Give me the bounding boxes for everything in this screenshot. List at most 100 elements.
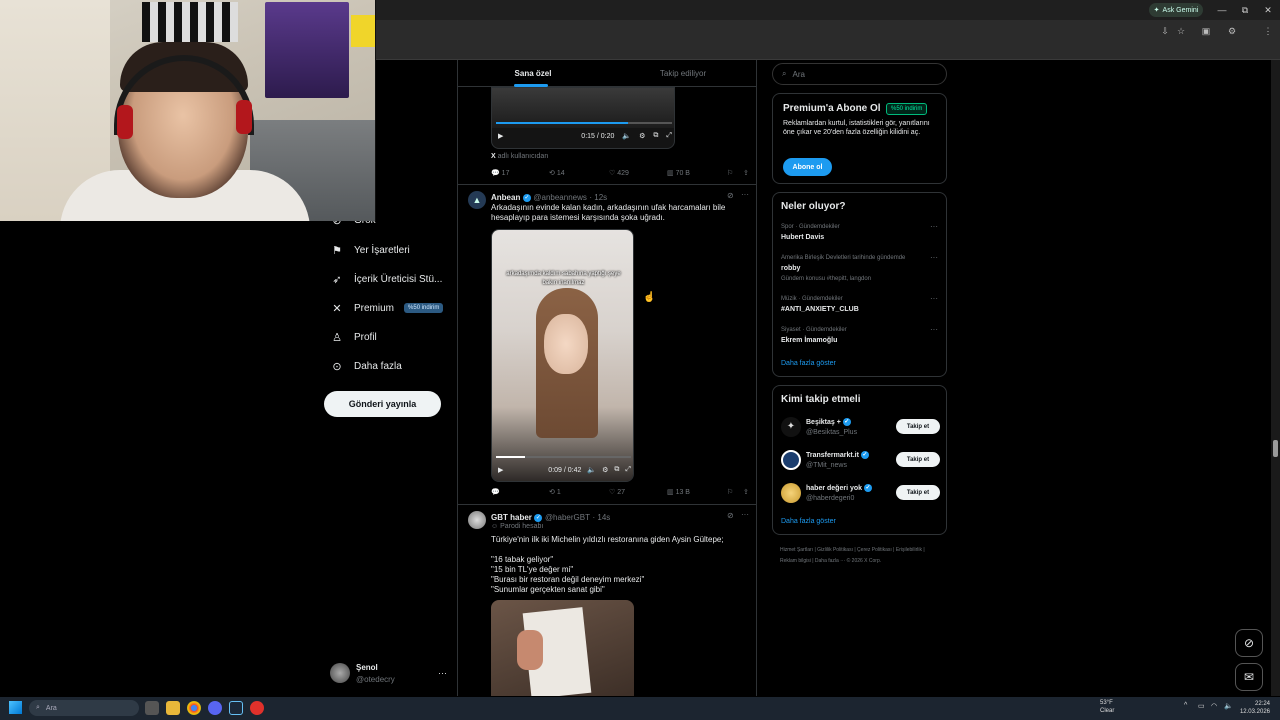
taskbar-search[interactable]: ⌕ Ara — [29, 700, 139, 716]
settings-icon[interactable]: ⚙ — [639, 132, 645, 140]
extensions-icon[interactable]: ⚙ — [1226, 25, 1238, 37]
post-image[interactable] — [491, 600, 634, 696]
share-icon[interactable]: ⇪ — [743, 488, 749, 496]
post-author[interactable]: Anbean — [491, 193, 520, 202]
restore-button[interactable]: ⧉ — [1238, 3, 1252, 17]
post-handle[interactable]: @haberGBT — [545, 513, 590, 522]
like-button[interactable]: ♡ 27 — [609, 488, 667, 496]
messages-fab-icon[interactable]: ✉ — [1235, 663, 1263, 691]
follow-name[interactable]: Beşiktaş + ✓ — [806, 418, 851, 426]
settings-icon[interactable]: ⚙ — [602, 466, 608, 474]
more-icon[interactable]: ··· — [438, 668, 447, 678]
more-icon[interactable]: ··· — [741, 510, 749, 519]
bookmark-icon[interactable]: ⚐ — [727, 488, 743, 496]
share-icon[interactable]: ⇪ — [743, 169, 749, 177]
pip-icon[interactable]: ⧉ — [614, 466, 619, 474]
follow-name[interactable]: Transfermarkt.it ✓ — [806, 451, 869, 459]
task-view-icon[interactable] — [145, 701, 159, 715]
trend-extra-text: Gündem konusu #thepitt, langdon — [781, 276, 872, 282]
search-input[interactable]: ⌕ Ara — [772, 63, 947, 85]
follow-button[interactable]: Takip et — [896, 419, 940, 434]
ask-gemini-button[interactable]: ✦ Ask Gemini — [1149, 3, 1203, 17]
scrollbar-thumb[interactable] — [1273, 440, 1278, 457]
like-button[interactable]: ♡ 429 — [609, 169, 667, 177]
trend-title[interactable]: Hubert Davis — [781, 234, 824, 241]
follow-name[interactable]: haber değeri yok ✓ — [806, 484, 872, 492]
pip-icon[interactable]: ⧉ — [653, 132, 658, 140]
play-icon[interactable]: ▶ — [498, 466, 503, 474]
weather-widget[interactable]: 53°F Clear — [1100, 699, 1114, 715]
sidepanel-icon[interactable]: ▣ — [1200, 25, 1212, 37]
steam-icon[interactable] — [229, 701, 243, 715]
volume-icon[interactable]: 🔈 — [587, 466, 596, 474]
discord-icon[interactable] — [208, 701, 222, 715]
windows-start-icon[interactable] — [9, 701, 22, 714]
avatar[interactable] — [781, 450, 801, 470]
more-icon[interactable]: ··· — [930, 325, 938, 334]
wifi-icon[interactable]: ◠ — [1211, 702, 1217, 710]
subscribe-button[interactable]: Abone ol — [783, 158, 832, 176]
video-progress-fill — [496, 456, 525, 458]
volume-icon[interactable]: 🔈 — [622, 132, 631, 140]
reply-button[interactable]: 💬 17 — [491, 169, 549, 177]
views-button[interactable]: ▥ 70 B — [667, 169, 727, 177]
nav-more[interactable]: ⊙ Daha fazla — [330, 355, 401, 377]
close-window-button[interactable]: ✕ — [1261, 3, 1275, 17]
fullscreen-icon[interactable]: ⤢ — [625, 466, 631, 474]
scrollbar[interactable] — [1271, 60, 1280, 696]
trend-title[interactable]: robby — [781, 265, 800, 272]
more-icon[interactable]: ··· — [930, 222, 938, 231]
avatar[interactable]: ▲ — [468, 191, 486, 209]
more-icon[interactable]: ··· — [741, 190, 749, 199]
video-player[interactable]: ▶ 0:15 / 0:20 🔈 ⚙ ⧉ ⤢ — [491, 87, 675, 149]
more-icon[interactable]: ··· — [930, 294, 938, 303]
chevron-up-icon[interactable]: ^ — [1184, 702, 1187, 709]
grok-icon[interactable]: ⊘ — [727, 511, 734, 520]
system-clock[interactable]: 22:24 12.03.2026 — [1238, 700, 1270, 716]
post-age[interactable]: · 14s — [592, 513, 610, 522]
post-age[interactable]: · 12s — [589, 193, 607, 202]
minimize-button[interactable]: — — [1215, 3, 1229, 17]
nav-premium[interactable]: ✕ Premium %50 indirim — [330, 297, 444, 319]
repost-button[interactable]: ⟲ 14 — [549, 169, 609, 177]
trend-title[interactable]: #ANTI_ANXIETY_CLUB — [781, 306, 859, 313]
post-divider — [458, 504, 756, 505]
follow-button[interactable]: Takip et — [896, 485, 940, 500]
chrome-icon[interactable] — [187, 701, 201, 715]
install-icon[interactable]: ⇩ — [1159, 25, 1171, 37]
fullscreen-icon[interactable]: ⤢ — [666, 132, 672, 140]
grok-fab-icon[interactable]: ⊘ — [1235, 629, 1263, 657]
repost-button[interactable]: ⟲ 1 — [549, 488, 609, 496]
grok-icon[interactable]: ⊘ — [727, 191, 734, 200]
views-button[interactable]: ▥ 13 B — [667, 488, 727, 496]
avatar[interactable] — [781, 483, 801, 503]
nav-bookmarks[interactable]: ⚑ Yer İşaretleri — [330, 239, 410, 261]
kebab-menu-icon[interactable]: ⋮ — [1262, 25, 1274, 37]
post-button[interactable]: Gönderi yayınla — [324, 391, 441, 417]
footer-links[interactable]: Hizmet Şartları | Gizlilik Politikası | … — [780, 545, 940, 567]
bookmark-icon[interactable]: ⚐ — [727, 169, 743, 177]
battery-icon[interactable]: ▭ — [1198, 702, 1205, 710]
nav-profile[interactable]: ♙ Profil — [330, 326, 377, 348]
nav-creator-studio[interactable]: ➶ İçerik Üreticisi Stü... — [330, 268, 442, 290]
video-player[interactable]: arkadaşımda kaldım sabahına yaptığı şeye… — [491, 229, 634, 482]
post-author[interactable]: GBT haber — [491, 513, 532, 522]
account-switcher[interactable]: Şenol @otedecry ··· — [330, 661, 448, 687]
premium-discount-badge: %50 indirim — [404, 303, 444, 313]
tab-following[interactable]: Takip ediliyor — [608, 60, 756, 87]
post-handle[interactable]: @anbeannews — [533, 193, 587, 202]
star-icon[interactable]: ☆ — [1175, 25, 1187, 37]
trend-title[interactable]: Ekrem İmamoğlu — [781, 337, 837, 344]
show-more-follow-link[interactable]: Daha fazla göster — [781, 518, 836, 525]
avatar[interactable] — [468, 511, 486, 529]
volume-icon[interactable]: 🔈 — [1224, 702, 1233, 710]
follow-button[interactable]: Takip et — [896, 452, 940, 467]
avatar[interactable]: ✦ — [781, 417, 801, 437]
show-more-trends-link[interactable]: Daha fazla göster — [781, 360, 836, 367]
play-icon[interactable]: ▶ — [498, 132, 503, 140]
tab-for-you[interactable]: Sana özel — [458, 60, 608, 87]
reply-button[interactable]: 💬 — [491, 488, 549, 496]
more-icon[interactable]: ··· — [930, 253, 938, 262]
obs-icon[interactable] — [250, 701, 264, 715]
file-explorer-icon[interactable] — [166, 701, 180, 715]
